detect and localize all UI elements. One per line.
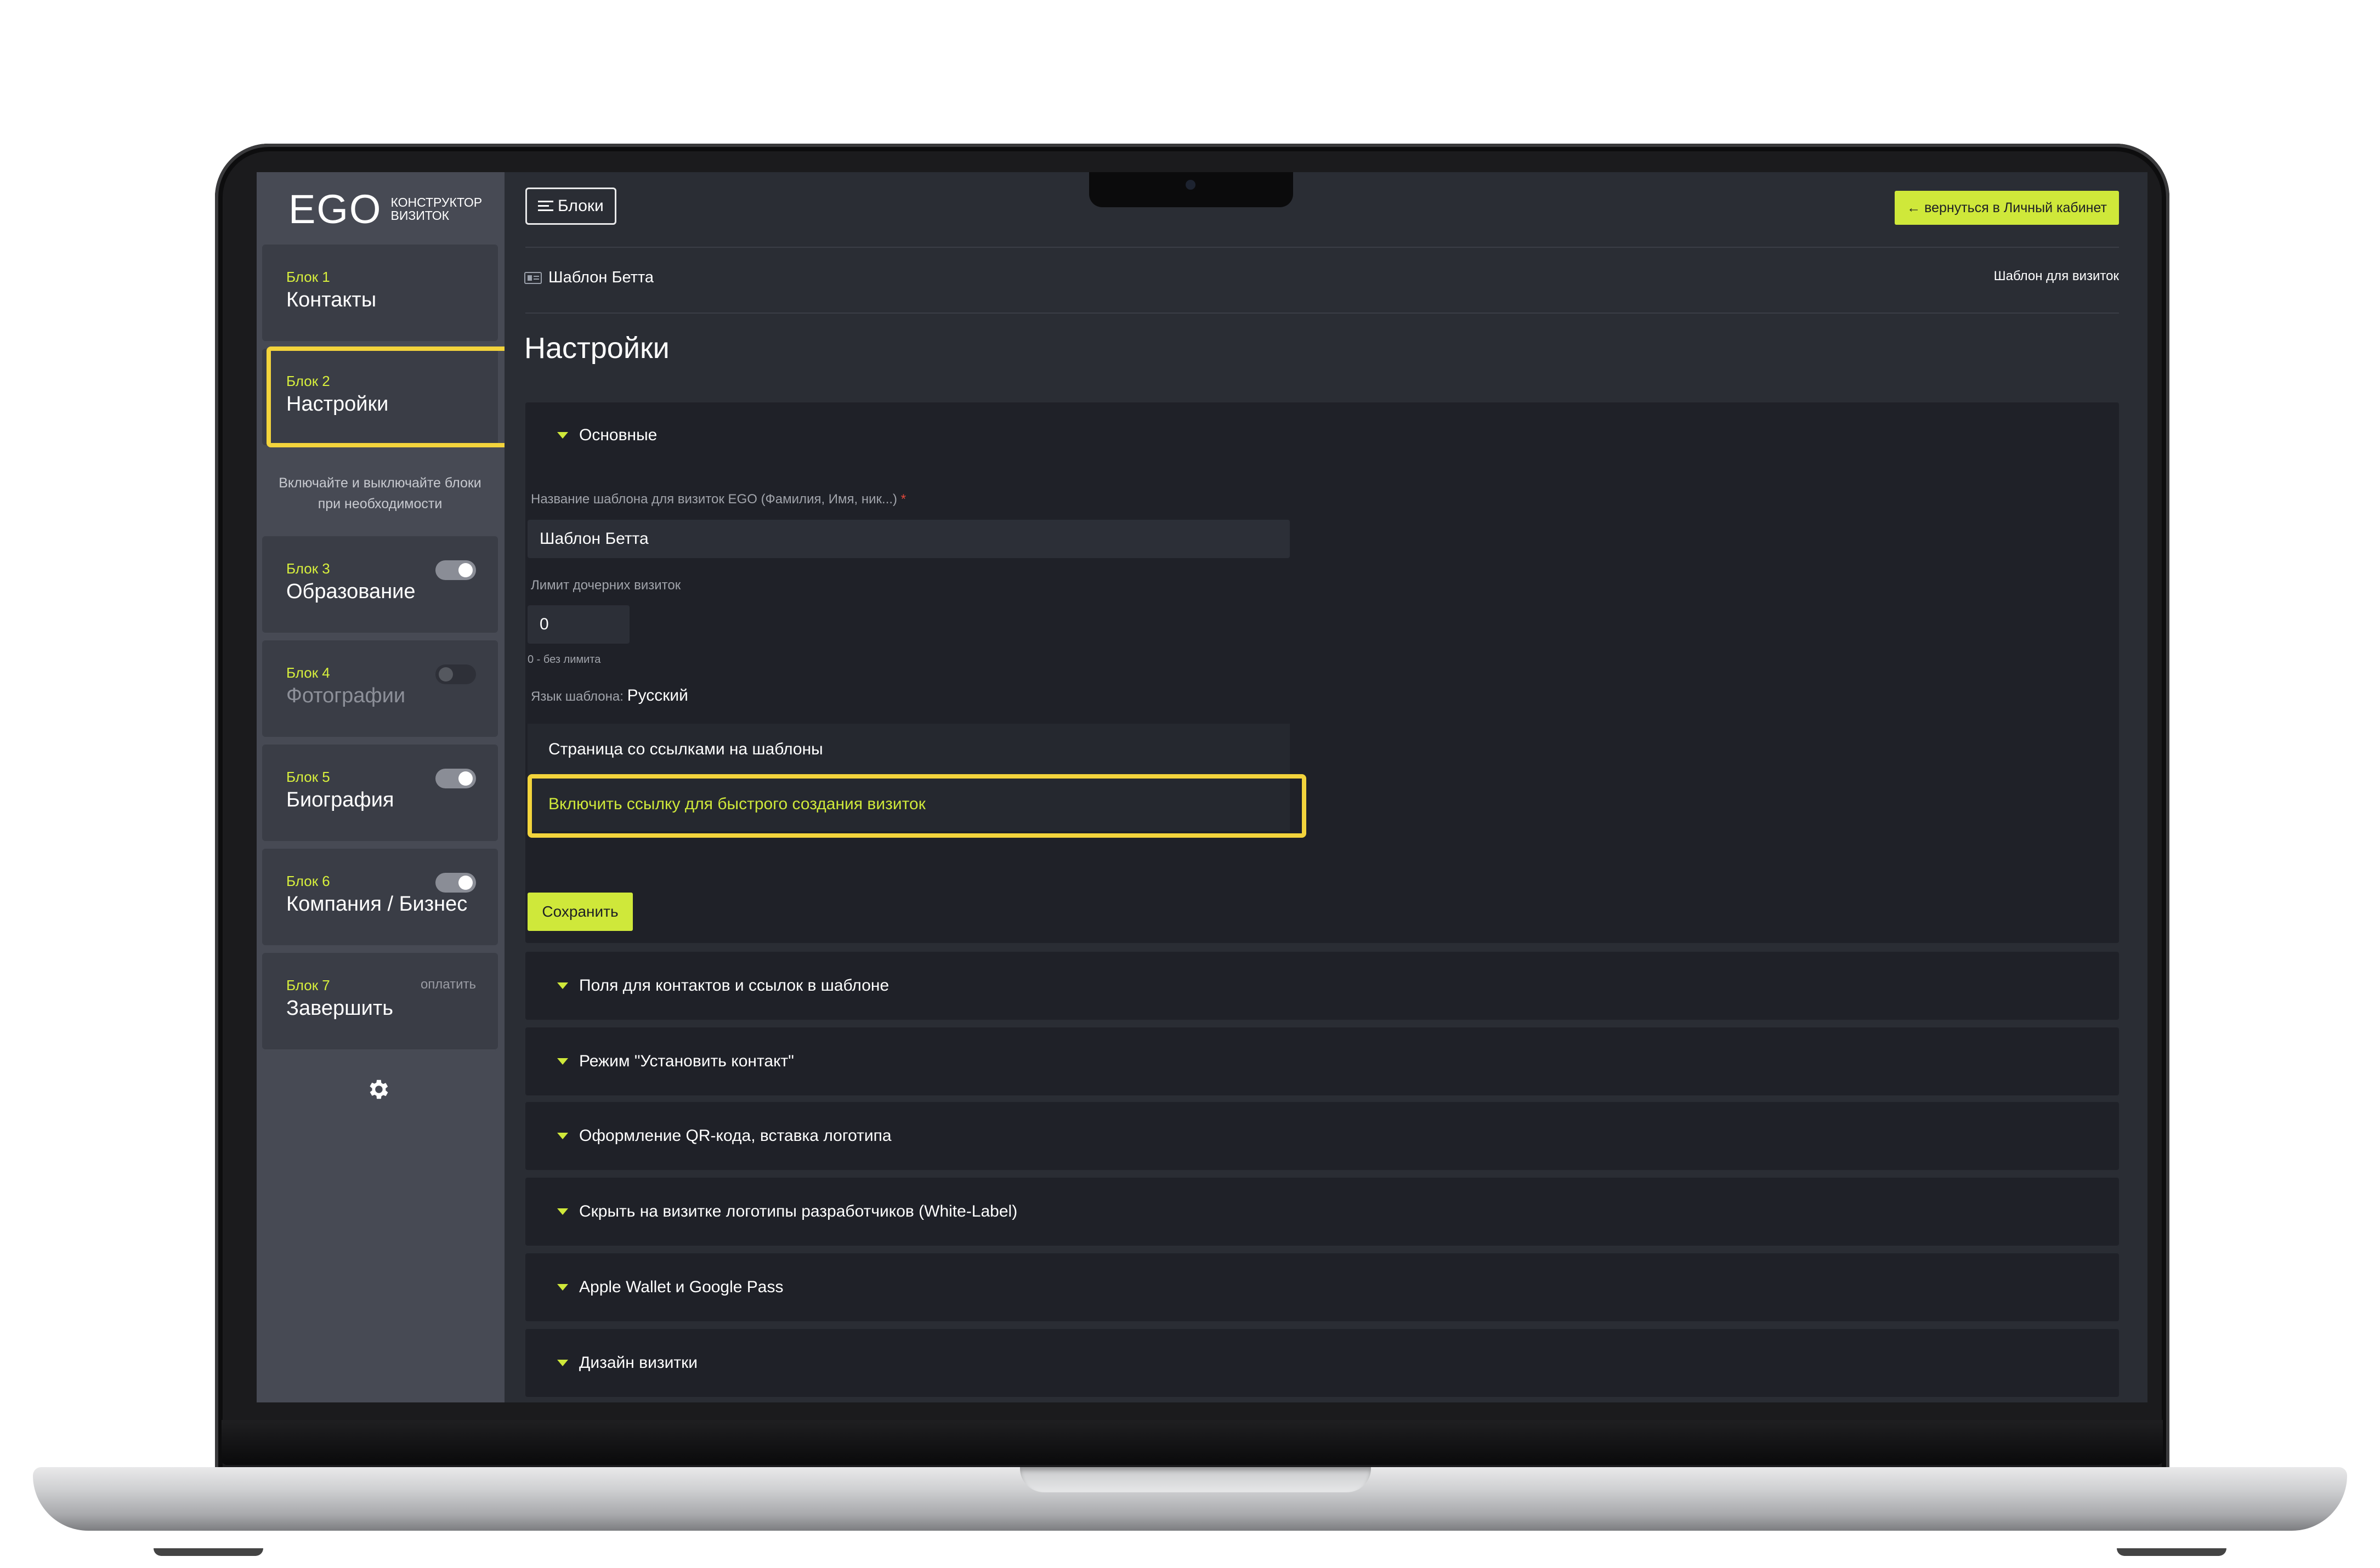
sidebar-item-block-5[interactable]: Блок 5 Биография	[262, 745, 498, 841]
blocks-menu-button[interactable]: Блоки	[525, 188, 616, 225]
caret-down-icon	[557, 1284, 568, 1291]
links-page-row[interactable]: Страница со ссылками на шаблоны	[528, 724, 1290, 775]
save-button[interactable]: Сохранить	[528, 893, 633, 931]
block-number: Блок 4	[286, 664, 330, 681]
breadcrumb-current[interactable]: Шаблон Бетта	[548, 269, 654, 287]
sidebar-item-block-4[interactable]: Блок 4 Фотографии	[262, 640, 498, 737]
block-title: Фотографии	[286, 684, 406, 707]
breadcrumb: Шаблон Бетта	[524, 269, 654, 287]
caret-down-icon	[557, 1133, 568, 1139]
sidebar: EGO конструктор визиток Блок 1 Контакты …	[257, 172, 521, 1402]
caret-down-icon	[557, 1058, 568, 1065]
sidebar-hint-line2: при необходимости	[318, 496, 443, 512]
logo-subtitle-line1: конструктор	[390, 195, 483, 209]
basic-settings-header[interactable]: Основные	[525, 402, 2119, 468]
sidebar-item-block-7[interactable]: Блок 7 Завершить оплатить	[262, 953, 498, 1049]
template-language-value: Русский	[627, 686, 688, 705]
block-toggle[interactable]	[435, 560, 476, 580]
child-limit-label: Лимит дочерних визиток	[531, 578, 681, 593]
accordion-title: Поля для контактов и ссылок в шаблоне	[579, 976, 889, 995]
block-toggle[interactable]	[435, 664, 476, 684]
pay-badge[interactable]: оплатить	[421, 977, 476, 992]
basic-settings-panel: Основные	[525, 402, 2119, 943]
menu-icon	[538, 201, 553, 211]
highlight-frame-quick-link	[528, 774, 1306, 838]
template-name-input[interactable]: Шаблон Бетта	[528, 520, 1290, 558]
required-mark: *	[900, 492, 906, 507]
blocks-menu-label: Блоки	[558, 197, 604, 215]
block-number: Блок 5	[286, 769, 330, 785]
breadcrumb-divider	[525, 313, 2119, 314]
breadcrumb-context: Шаблон для визиток	[1993, 269, 2119, 283]
basic-settings-title: Основные	[579, 426, 658, 444]
child-limit-input[interactable]: 0	[528, 605, 630, 644]
sidebar-hint-line1: Включайте и выключайте блоки	[279, 475, 481, 491]
back-to-cabinet-button[interactable]: ← вернуться в Личный кабинет	[1895, 191, 2119, 225]
camera-icon	[1186, 180, 1195, 190]
block-title: Биография	[286, 788, 394, 811]
accordion-title: Режим "Установить контакт"	[579, 1052, 794, 1070]
template-name-label-text: Название шаблона для визиток EGO (Фамили…	[531, 492, 898, 507]
main-content: Блоки ← вернуться в Личный кабинет Шабло…	[505, 172, 2147, 1402]
id-card-icon	[524, 271, 542, 284]
accordion-wallet-pass[interactable]: Apple Wallet и Google Pass	[525, 1253, 2119, 1321]
laptop-base-notch	[1020, 1467, 1371, 1492]
logo[interactable]: EGO конструктор визиток	[288, 184, 482, 234]
logo-brand: EGO	[288, 186, 382, 232]
gear-icon[interactable]	[365, 1077, 390, 1102]
block-number: Блок 6	[286, 873, 330, 889]
logo-subtitle: конструктор визиток	[390, 196, 482, 222]
accordion-title: Скрыть на визитке логотипы разработчиков…	[579, 1202, 1018, 1220]
laptop-foot-left	[154, 1548, 263, 1556]
caret-down-icon	[557, 1360, 568, 1366]
sidebar-hint: Включайте и выключайте блоки при необход…	[262, 473, 498, 514]
sidebar-item-block-6[interactable]: Блок 6 Компания / Бизнес	[262, 849, 498, 945]
block-title: Контакты	[286, 288, 377, 311]
accordion-qr-design[interactable]: Оформление QR-кода, вставка логотипа	[525, 1102, 2119, 1170]
accordion-title: Оформление QR-кода, вставка логотипа	[579, 1127, 892, 1145]
accordion-title: Дизайн визитки	[579, 1354, 698, 1372]
caret-down-icon	[557, 982, 568, 989]
block-number: Блок 7	[286, 977, 330, 993]
block-title: Образование	[286, 580, 416, 603]
laptop-bezel-bottom	[222, 1420, 2163, 1465]
accordion-contact-fields[interactable]: Поля для контактов и ссылок в шаблоне	[525, 952, 2119, 1020]
toggle-knob	[458, 876, 473, 890]
template-language: Язык шаблона: Русский	[531, 686, 688, 705]
sidebar-item-block-3[interactable]: Блок 3 Образование	[262, 536, 498, 633]
template-name-label: Название шаблона для визиток EGO (Фамили…	[531, 492, 906, 507]
block-number: Блок 1	[286, 269, 330, 285]
accordion-set-contact-mode[interactable]: Режим "Установить контакт"	[525, 1027, 2119, 1095]
accordion-title: Apple Wallet и Google Pass	[579, 1278, 784, 1296]
toggle-knob	[458, 563, 473, 577]
sidebar-item-block-1[interactable]: Блок 1 Контакты	[262, 245, 498, 341]
highlight-frame-block-2	[267, 346, 521, 447]
toggle-knob	[458, 771, 473, 786]
header-divider	[525, 247, 2119, 248]
block-toggle[interactable]	[435, 873, 476, 893]
template-language-label: Язык шаблона:	[531, 689, 624, 704]
block-title: Компания / Бизнес	[286, 893, 468, 916]
caret-down-icon	[557, 1208, 568, 1215]
laptop-foot-right	[2117, 1548, 2226, 1556]
laptop-screen: EGO конструктор визиток Блок 1 Контакты …	[257, 172, 2147, 1402]
accordion-card-design[interactable]: Дизайн визитки	[525, 1329, 2119, 1397]
accordion-white-label[interactable]: Скрыть на визитке логотипы разработчиков…	[525, 1178, 2119, 1246]
block-title: Завершить	[286, 997, 394, 1020]
page-title: Настройки	[524, 332, 670, 365]
block-toggle[interactable]	[435, 769, 476, 788]
block-number: Блок 3	[286, 560, 330, 577]
camera-notch	[1089, 172, 1293, 207]
toggle-knob	[439, 667, 453, 681]
child-limit-hint: 0 - без лимита	[528, 654, 601, 666]
caret-down-icon	[557, 432, 568, 439]
logo-subtitle-line2: визиток	[390, 208, 450, 223]
